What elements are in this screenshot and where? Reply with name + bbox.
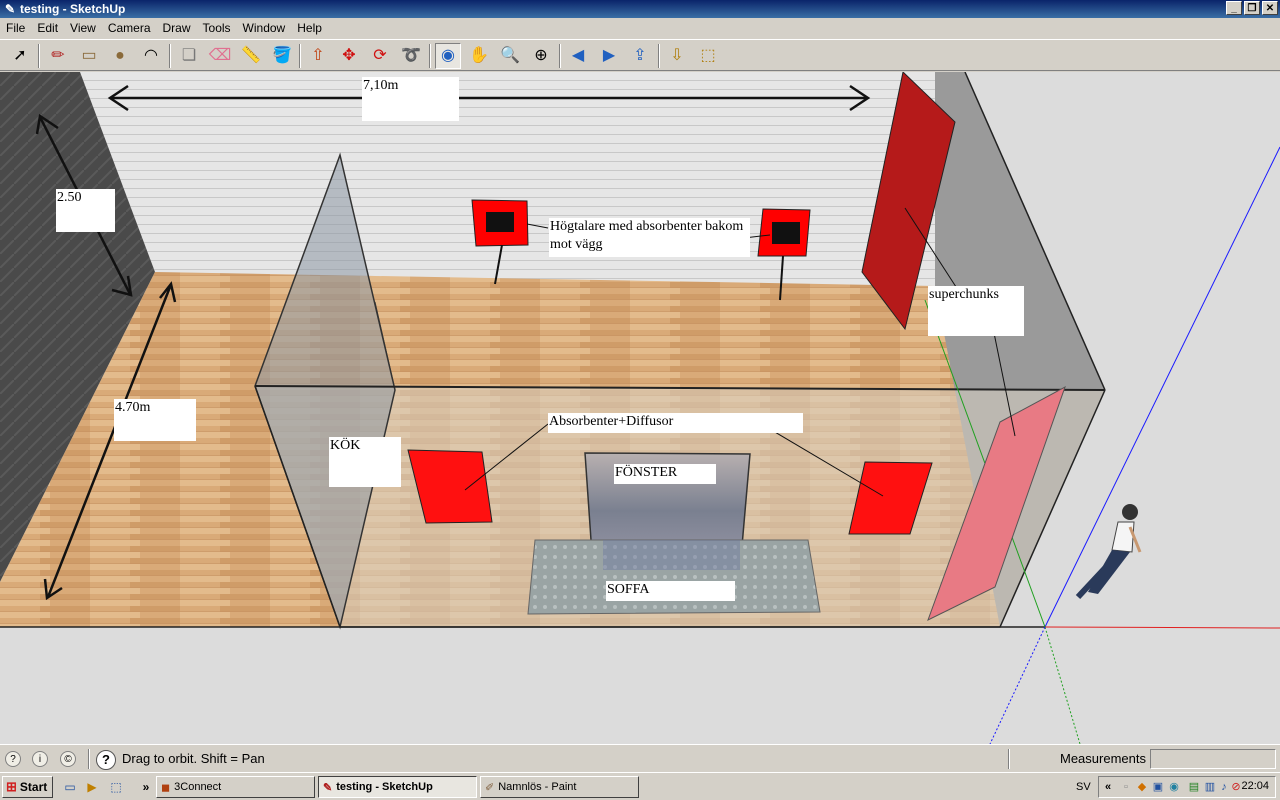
tray-app-icon[interactable]: ◆ bbox=[1135, 780, 1149, 794]
circle-tool-icon[interactable]: ● bbox=[107, 43, 133, 69]
measurements-label: Measurements bbox=[1060, 751, 1146, 766]
height-label: 2.50 bbox=[56, 189, 115, 232]
follow-me-tool-icon[interactable]: ➰ bbox=[398, 43, 424, 69]
quicklaunch-expand-icon[interactable]: » bbox=[138, 779, 154, 795]
select-tool-icon[interactable]: ➚ bbox=[7, 43, 33, 69]
pencil-tool-icon[interactable]: ✏ bbox=[45, 43, 71, 69]
task-sketchup[interactable]: ✎ testing - SketchUp bbox=[318, 776, 477, 798]
eraser-tool-icon[interactable]: ⌫ bbox=[207, 43, 233, 69]
clock[interactable]: 22:04 bbox=[1241, 780, 1269, 792]
orbit-tool-icon[interactable]: ◉ bbox=[435, 43, 461, 69]
speaker-right-cone bbox=[772, 222, 800, 244]
toolbar-separator bbox=[429, 44, 431, 68]
sofa-backrest bbox=[603, 540, 740, 570]
tray-expand-icon[interactable]: « bbox=[1101, 780, 1115, 794]
menu-tools[interactable]: Tools bbox=[197, 21, 237, 35]
kitchen-label: KÖK bbox=[329, 437, 401, 487]
move-tool-icon[interactable]: ✥ bbox=[336, 43, 362, 69]
menu-window[interactable]: Window bbox=[237, 21, 292, 35]
depth-label: 4.70m bbox=[114, 399, 196, 441]
make-component-tool-icon[interactable]: ❏ bbox=[176, 43, 202, 69]
ground-plane bbox=[0, 627, 1280, 744]
zoom-extents-tool-icon[interactable]: ⊕ bbox=[528, 43, 554, 69]
menu-camera[interactable]: Camera bbox=[102, 21, 157, 35]
share-model-tool-icon[interactable]: ⇩ bbox=[664, 43, 690, 69]
measurements-field[interactable] bbox=[1150, 749, 1276, 769]
windows-logo-icon: ⊞ bbox=[6, 779, 17, 794]
task-3connect[interactable]: ◼ 3Connect bbox=[156, 776, 315, 798]
sofa-label: SOFFA bbox=[606, 581, 735, 601]
title-bar: ✎ testing - SketchUp _ ❐ ✕ bbox=[0, 0, 1280, 18]
status-bar: ? i © ? Drag to orbit. Shift = Pan Measu… bbox=[0, 744, 1280, 773]
media-player-icon[interactable]: ▶ bbox=[84, 779, 100, 795]
help-icon[interactable]: ? bbox=[96, 750, 116, 770]
paint-bucket-tool-icon[interactable]: 🪣 bbox=[269, 43, 295, 69]
window-controls: _ ❐ ✕ bbox=[1226, 1, 1278, 15]
status-hint: Drag to orbit. Shift = Pan bbox=[122, 751, 265, 766]
pan-tool-icon[interactable]: ✋ bbox=[466, 43, 492, 69]
speakers-label: Högtalare med absorbenter bakom mot vägg bbox=[549, 218, 750, 257]
tray-app-icon[interactable]: ◉ bbox=[1167, 780, 1181, 794]
toolbar-separator bbox=[658, 44, 660, 68]
system-tray: « ▫ ◆ ▣ ◉ ▤ ▥ ♪ ⊘ 22:04 bbox=[1098, 776, 1276, 798]
width-label: 7,10m bbox=[362, 77, 459, 121]
show-desktop-icon[interactable]: ▭ bbox=[62, 779, 78, 795]
menu-help[interactable]: Help bbox=[291, 21, 328, 35]
tray-app-icon[interactable]: ▣ bbox=[1151, 780, 1165, 794]
status-separator bbox=[88, 749, 90, 769]
network-icon[interactable]: ▥ bbox=[1203, 780, 1217, 794]
user-icon[interactable]: © bbox=[60, 751, 76, 767]
model-viewport[interactable]: 7,10m 2.50 4.70m Högtalare med absorbent… bbox=[0, 72, 1280, 744]
toolbar-separator bbox=[169, 44, 171, 68]
rotate-tool-icon[interactable]: ⟳ bbox=[367, 43, 393, 69]
start-label: Start bbox=[19, 780, 48, 794]
menu-file[interactable]: File bbox=[0, 21, 31, 35]
previous-view-tool-icon[interactable]: ◀ bbox=[565, 43, 591, 69]
get-photo-texture-tool-icon[interactable]: ⬚ bbox=[695, 43, 721, 69]
menu-bar: File Edit View Camera Draw Tools Window … bbox=[0, 18, 1280, 38]
back-wall bbox=[80, 72, 950, 287]
menu-draw[interactable]: Draw bbox=[157, 21, 197, 35]
toolbar-separator bbox=[299, 44, 301, 68]
superchunks-label: superchunks bbox=[928, 286, 1024, 336]
menu-view[interactable]: View bbox=[64, 21, 102, 35]
sketchup-app-icon: ✎ bbox=[4, 2, 16, 16]
task-label: Namnlös - Paint bbox=[498, 781, 577, 793]
restore-button[interactable]: ❐ bbox=[1244, 1, 1260, 15]
task-label: 3Connect bbox=[174, 781, 222, 793]
minimize-button[interactable]: _ bbox=[1226, 1, 1242, 15]
task-label: testing - SketchUp bbox=[336, 781, 433, 793]
quicklaunch-app-icon[interactable]: ⬚ bbox=[108, 779, 124, 795]
next-view-tool-icon[interactable]: ▶ bbox=[596, 43, 622, 69]
geo-location-icon[interactable]: ? bbox=[5, 751, 21, 767]
start-button[interactable]: ⊞ Start bbox=[2, 776, 53, 798]
tray-app-icon[interactable]: ▫ bbox=[1119, 780, 1133, 794]
arc-tool-icon[interactable]: ◠ bbox=[138, 43, 164, 69]
sketchup-app-icon: ✎ bbox=[323, 781, 333, 794]
window-label: FÖNSTER bbox=[614, 464, 716, 484]
window-title: testing - SketchUp bbox=[20, 2, 126, 16]
paint-app-icon: ✐ bbox=[485, 781, 495, 794]
credits-icon[interactable]: i bbox=[32, 751, 48, 767]
status-separator bbox=[1008, 749, 1010, 769]
3connect-app-icon: ◼ bbox=[161, 781, 171, 794]
windows-taskbar: ⊞ Start ▭ ▶ ⬚ » ◼ 3Connect ✎ testing - S… bbox=[0, 772, 1280, 800]
language-indicator[interactable]: SV bbox=[1076, 781, 1091, 793]
tape-measure-tool-icon[interactable]: 📏 bbox=[238, 43, 264, 69]
get-models-tool-icon[interactable]: ⇪ bbox=[627, 43, 653, 69]
absorbers-label: Absorbenter+Diffusor bbox=[548, 413, 803, 433]
rectangle-tool-icon[interactable]: ▭ bbox=[76, 43, 102, 69]
zoom-tool-icon[interactable]: 🔍 bbox=[497, 43, 523, 69]
main-toolbar: ➚ ✏ ▭ ● ◠ ❏ ⌫ 📏 🪣 ⇧ ✥ ⟳ ➰ ◉ ✋ 🔍 ⊕ ◀ ▶ ⇪ … bbox=[0, 39, 1280, 71]
speaker-left-cone bbox=[486, 212, 514, 232]
tray-app-icon[interactable]: ▤ bbox=[1187, 780, 1201, 794]
close-button[interactable]: ✕ bbox=[1262, 1, 1278, 15]
toolbar-separator bbox=[38, 44, 40, 68]
push-pull-tool-icon[interactable]: ⇧ bbox=[305, 43, 331, 69]
toolbar-separator bbox=[559, 44, 561, 68]
task-paint[interactable]: ✐ Namnlös - Paint bbox=[480, 776, 639, 798]
menu-edit[interactable]: Edit bbox=[31, 21, 64, 35]
